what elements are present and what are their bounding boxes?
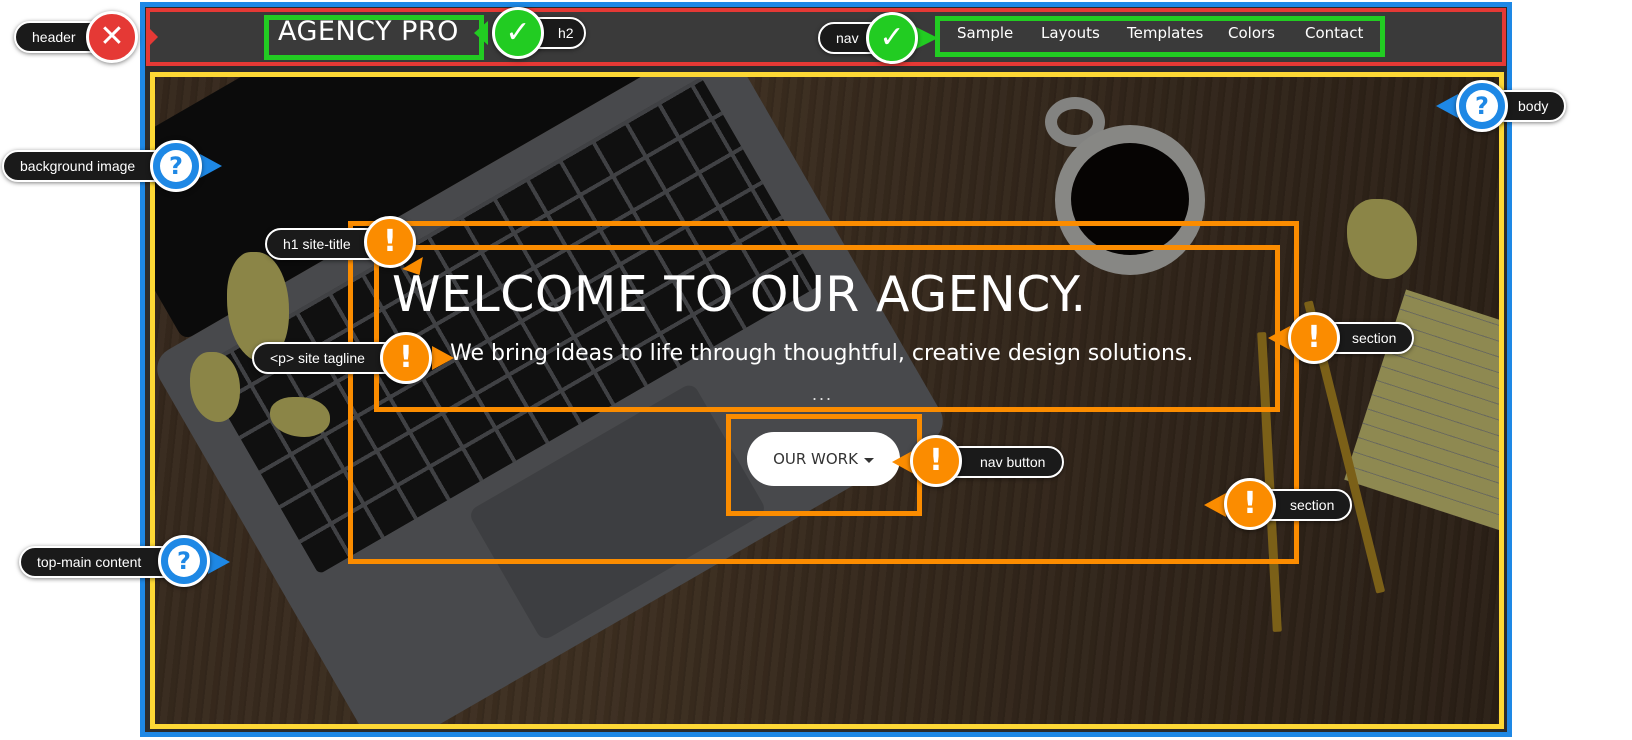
- callout-site-tagline-badge: !: [380, 332, 432, 384]
- callout-body-badge: ?: [1456, 80, 1508, 132]
- annotated-screenshot: AGENCY PRO Sample Layouts Templates Colo…: [0, 0, 1632, 740]
- question-icon: ?: [168, 545, 200, 577]
- check-icon: ✓: [879, 20, 905, 55]
- question-icon: ?: [1466, 90, 1498, 122]
- callout-top-main-content-badge: ?: [158, 535, 210, 587]
- nav-annotation-box: [935, 16, 1385, 57]
- callout-top-main-content-pointer: [208, 550, 230, 574]
- callout-nav-button-badge: !: [910, 435, 962, 487]
- callout-background-image-pointer: [200, 154, 222, 178]
- exclamation-icon: !: [929, 443, 943, 478]
- callout-h1-site-title-badge: !: [364, 216, 416, 268]
- callout-section-upper-badge: !: [1288, 312, 1340, 364]
- callout-header-badge: ✕: [86, 11, 138, 63]
- exclamation-icon: !: [399, 340, 413, 375]
- callout-site-tagline-pointer: [432, 346, 454, 370]
- callout-section-upper-pointer: [1268, 326, 1290, 350]
- check-icon: ✓: [505, 15, 531, 50]
- callout-background-image-badge: ?: [150, 140, 202, 192]
- callout-h2-badge: ✓: [492, 7, 544, 59]
- callout-nav-badge: ✓: [866, 12, 918, 64]
- exclamation-icon: !: [1307, 320, 1321, 355]
- exclamation-icon: !: [383, 224, 397, 259]
- callout-body-pointer: [1436, 94, 1458, 118]
- callout-section-lower-pointer: [1204, 493, 1226, 517]
- callout-h2-pointer: [474, 21, 488, 45]
- exclamation-icon: !: [1243, 486, 1257, 521]
- question-icon: ?: [160, 150, 192, 182]
- inner-section-annotation-box: [374, 245, 1280, 412]
- callout-section-lower-badge: !: [1224, 478, 1276, 530]
- callout-header-pointer: [146, 25, 158, 49]
- cross-icon: ✕: [99, 19, 125, 54]
- h2-annotation-box: [264, 15, 484, 60]
